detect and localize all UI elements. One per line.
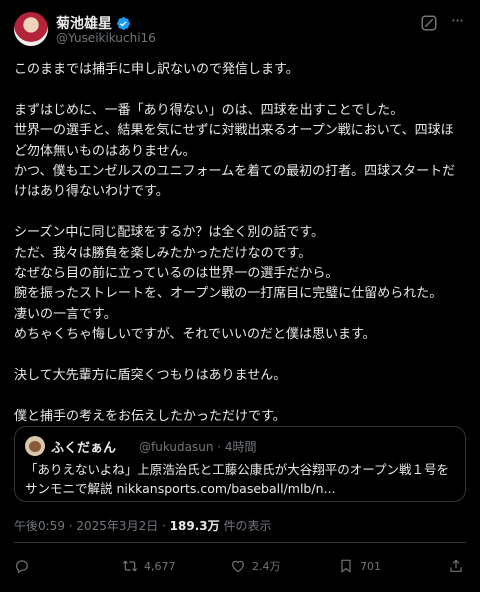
action-bar: 4,677 2.4万 701 bbox=[14, 558, 466, 578]
reply-icon bbox=[16, 560, 28, 574]
tweet-timestamp: 午後0:59 · 2025年3月2日 · 189.3万 件の表示 bbox=[14, 517, 271, 534]
bookmark-button[interactable]: 701 bbox=[338, 558, 381, 574]
more-icon[interactable]: ··· bbox=[448, 13, 466, 32]
tweet-paragraph-1: このままでは捕手に申し訳ないので発信します。 bbox=[14, 62, 299, 77]
quoted-author-meta: @fukudasun · 4時間 bbox=[139, 440, 257, 454]
reply-button[interactable] bbox=[14, 558, 36, 574]
author-handle[interactable]: @Yuseikikuchi16 bbox=[56, 31, 156, 45]
tweet-paragraph-5: 僕と捕手の考えをお伝えしたかっただけです。 bbox=[14, 408, 286, 424]
view-count-suffix: 件の表示 bbox=[219, 519, 272, 533]
tweet-header: 菊池雄星 @Yuseikikuchi16 ··· bbox=[14, 12, 466, 48]
like-button[interactable]: 2.4万 bbox=[230, 558, 281, 574]
share-button[interactable] bbox=[448, 558, 470, 574]
view-count: 189.3万 bbox=[169, 519, 220, 533]
verified-badge-icon bbox=[117, 16, 130, 30]
author-name-row: 菊池雄星 bbox=[56, 13, 131, 33]
retweet-count: 4,677 bbox=[144, 559, 176, 573]
bookmark-count: 701 bbox=[360, 559, 381, 573]
tweet-paragraph-2: まずはじめに、一番「あり得ない」のは、四球を出すことでした。 世界一の選手と、結… bbox=[14, 102, 456, 200]
tweet-paragraph-4: 決して大先輩方に盾突くつもりはありません。 bbox=[14, 368, 287, 384]
quoted-author-name: ふくだぁん bbox=[51, 441, 117, 456]
quoted-author-avatar bbox=[25, 436, 45, 456]
divider bbox=[14, 542, 466, 543]
quoted-tweet-text: 「ありえないよね」上原浩治氏と工藤公康氏が大谷翔平のオープン戦１号をサンモニで解… bbox=[25, 462, 450, 496]
author-display-name[interactable]: 菊池雄星 bbox=[56, 13, 112, 33]
grok-icon[interactable] bbox=[420, 14, 438, 32]
like-count: 2.4万 bbox=[252, 560, 281, 573]
tweet-time[interactable]: 午後0:59 · 2025年3月2日 · bbox=[14, 519, 170, 533]
retweet-button[interactable]: 4,677 bbox=[122, 558, 176, 574]
share-icon bbox=[450, 559, 462, 572]
quoted-tweet[interactable]: ふくだぁん @fukudasun · 4時間 「ありえないよね」上原浩治氏と工藤… bbox=[14, 426, 466, 502]
heart-icon bbox=[232, 560, 244, 573]
tweet-text: このままでは捕手に申し訳ないので発信します。 まずはじめに、一番「あり得ない」の… bbox=[14, 60, 466, 427]
author-avatar[interactable] bbox=[14, 12, 48, 46]
tweet-paragraph-3: シーズン中に同じ配球をするか？は全く別の話です。 ただ、我々は勝負を楽しみたかっ… bbox=[14, 225, 443, 343]
bookmark-icon bbox=[341, 559, 351, 573]
retweet-icon bbox=[122, 560, 138, 572]
